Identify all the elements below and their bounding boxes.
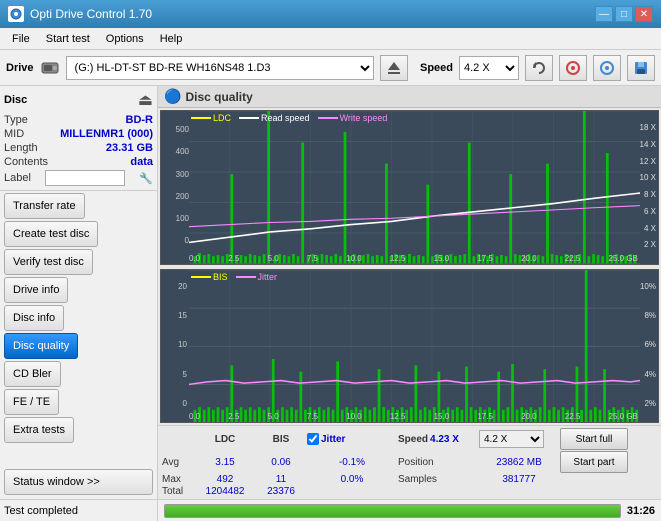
sidebar: Disc ⏏ Type BD-R MID MILLENMR1 (000) Len… — [0, 86, 158, 499]
chart1-y-left: 5004003002001000 — [163, 125, 189, 246]
sidebar-btn-fe-te[interactable]: FE / TE — [4, 389, 59, 415]
speed-stat-label: Speed — [398, 434, 428, 445]
chart-header-icon: 🔵 — [164, 88, 181, 105]
sidebar-btn-drive-info[interactable]: Drive info — [4, 277, 68, 303]
chart1-x-axis: 0.02.55.07.510.012.515.017.520.022.525.0… — [189, 254, 638, 263]
chart-title: Disc quality — [185, 90, 252, 104]
drive-select[interactable]: (G:) HL-DT-ST BD-RE WH16NS48 1.D3 — [66, 56, 374, 80]
status-progress: 31:26 — [158, 504, 661, 518]
sidebar-buttons: Transfer rate Create test disc Verify te… — [0, 191, 157, 445]
label-input[interactable] — [45, 170, 125, 186]
avg-label: Avg — [162, 457, 194, 468]
label-label: Label — [4, 172, 31, 184]
chart2-x-axis: 0.02.55.07.510.012.515.017.520.022.525.0… — [189, 412, 638, 421]
sidebar-btn-transfer-rate[interactable]: Transfer rate — [4, 193, 85, 219]
drive-label: Drive — [6, 62, 34, 74]
avg-ldc: 3.15 — [195, 457, 255, 468]
speed-select[interactable]: 4.2 X — [459, 56, 519, 80]
chart-bis: BIS Jitter 20151050 — [160, 269, 659, 424]
max-jitter: 0.0% — [307, 474, 397, 485]
total-label: Total — [162, 486, 194, 497]
toolbar: Drive (G:) HL-DT-ST BD-RE WH16NS48 1.D3 … — [0, 50, 661, 86]
status-time: 31:26 — [627, 505, 655, 517]
chart1-y-right: 18 X14 X12 X10 X8 X6 X4 X2 X — [640, 123, 656, 250]
position-val: 23862 MB — [479, 457, 559, 468]
speed-stat-val: 4.23 X — [430, 434, 459, 445]
max-bis: 11 — [256, 474, 306, 485]
status-bar: Test completed 31:26 — [0, 499, 661, 521]
stats-ldc-header: LDC — [195, 434, 255, 445]
sidebar-btn-verify-test-disc[interactable]: Verify test disc — [4, 249, 93, 275]
options-button[interactable] — [593, 55, 621, 81]
samples-val: 381777 — [479, 474, 559, 485]
menu-options[interactable]: Options — [98, 31, 152, 47]
type-label: Type — [4, 114, 28, 126]
progress-bar — [164, 504, 621, 518]
sidebar-btn-disc-quality[interactable]: Disc quality — [4, 333, 78, 359]
jitter-checkbox[interactable] — [307, 433, 319, 445]
menu-start-test[interactable]: Start test — [38, 31, 98, 47]
chart-ldc-legend: LDC Read speed Write speed — [191, 113, 387, 123]
chart-bis-legend: BIS Jitter — [191, 272, 277, 282]
menu-file[interactable]: File — [4, 31, 38, 47]
avg-bis: 0.06 — [256, 457, 306, 468]
contents-value: data — [130, 156, 153, 168]
eject-button[interactable] — [380, 55, 408, 81]
chart1-svg — [189, 111, 640, 264]
maximize-button[interactable]: □ — [615, 6, 633, 22]
close-button[interactable]: ✕ — [635, 6, 653, 22]
speed-label: Speed — [420, 62, 453, 74]
mid-value: MILLENMR1 (000) — [60, 128, 153, 140]
chart2-svg — [189, 270, 640, 423]
disc-eject-icon[interactable]: ⏏ — [138, 90, 153, 110]
position-label: Position — [398, 457, 478, 468]
window-title: Opti Drive Control 1.70 — [30, 7, 152, 21]
speed-stat-select[interactable]: 4.2 X — [479, 430, 544, 448]
chart2-y-right: 10%8%6%4%2% — [640, 282, 656, 409]
sidebar-btn-cd-bler[interactable]: CD Bler — [4, 361, 61, 387]
disc-section: Disc ⏏ Type BD-R MID MILLENMR1 (000) Len… — [0, 86, 157, 191]
avg-jitter: -0.1% — [307, 457, 397, 468]
length-label: Length — [4, 142, 38, 154]
refresh-button[interactable] — [525, 55, 553, 81]
chart2-y-left: 20151050 — [163, 282, 187, 409]
length-value: 23.31 GB — [106, 142, 153, 154]
title-bar: Opti Drive Control 1.70 — □ ✕ — [0, 0, 661, 28]
sidebar-btn-disc-info[interactable]: Disc info — [4, 305, 64, 331]
mid-label: MID — [4, 128, 24, 140]
sidebar-btn-create-test-disc[interactable]: Create test disc — [4, 221, 98, 247]
max-label: Max — [162, 474, 194, 485]
contents-label: Contents — [4, 156, 48, 168]
jitter-label: Jitter — [321, 434, 345, 445]
sidebar-btn-extra-tests[interactable]: Extra tests — [4, 417, 74, 443]
status-window-button[interactable]: Status window >> — [4, 469, 153, 495]
menu-help[interactable]: Help — [152, 31, 191, 47]
type-value: BD-R — [126, 114, 154, 126]
test-completed-label: Test completed — [0, 500, 158, 521]
menu-bar: File Start test Options Help — [0, 28, 661, 50]
chart-area: 🔵 Disc quality LDC Read speed Write spee… — [158, 86, 661, 499]
progress-bar-fill — [165, 505, 620, 517]
main-content: Disc ⏏ Type BD-R MID MILLENMR1 (000) Len… — [0, 86, 661, 499]
start-part-button[interactable]: Start part — [560, 451, 628, 473]
minimize-button[interactable]: — — [595, 6, 613, 22]
chart-header: 🔵 Disc quality — [158, 86, 661, 108]
samples-label: Samples — [398, 474, 478, 485]
chart-ldc: LDC Read speed Write speed 5004003002001… — [160, 110, 659, 265]
stats-section: LDC BIS Jitter Speed 4.23 X 4.2 X Start … — [158, 425, 661, 499]
max-ldc: 492 — [195, 474, 255, 485]
save-button[interactable] — [627, 55, 655, 81]
start-full-button[interactable]: Start full — [560, 428, 628, 450]
charts-container: LDC Read speed Write speed 5004003002001… — [158, 108, 661, 425]
total-ldc: 1204482 — [195, 486, 255, 497]
app-icon — [8, 6, 24, 22]
disc-button[interactable] — [559, 55, 587, 81]
drive-icon — [40, 58, 60, 78]
label-icon[interactable]: 🔧 — [139, 172, 153, 185]
disc-title: Disc — [4, 94, 27, 106]
total-bis: 23376 — [256, 486, 306, 497]
stats-bis-header: BIS — [256, 434, 306, 445]
